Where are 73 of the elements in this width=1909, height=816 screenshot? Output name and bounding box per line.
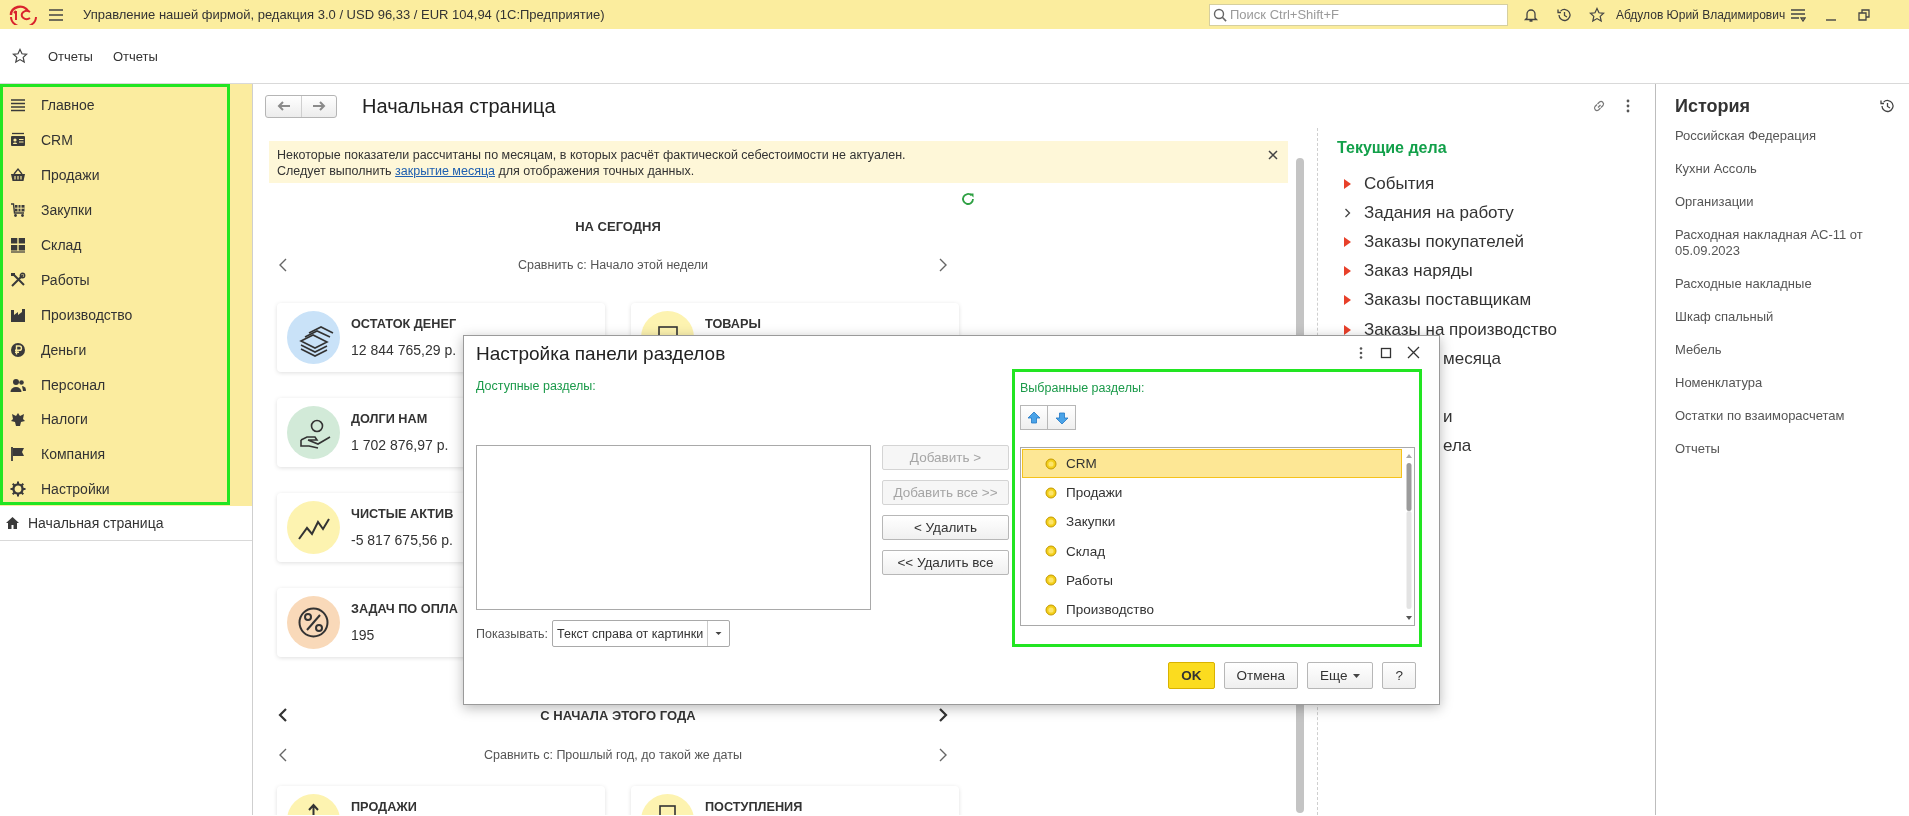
sidebar-item[interactable]: Закупки: [3, 192, 227, 228]
todo-item[interactable]: Заказы покупателей: [1364, 231, 1524, 252]
display-mode-dropdown[interactable]: Текст справа от картинки: [552, 620, 731, 647]
compare-period: Сравнить с: Начало этой недели: [517, 258, 709, 272]
more-button[interactable]: Еще: [1307, 662, 1374, 689]
open-window-item[interactable]: Начальная страница: [0, 506, 252, 541]
section-list-item[interactable]: Закупки: [1022, 507, 1402, 537]
history-link[interactable]: Кухни Ассоль: [1675, 161, 1880, 194]
sidebar-item[interactable]: Склад: [3, 227, 227, 263]
todo-title: Текущие дела: [1337, 138, 1448, 158]
sidebar-item[interactable]: Работы: [3, 262, 227, 298]
sidebar-item[interactable]: Налоги: [3, 402, 227, 437]
todo-item[interactable]: Задания на работу: [1364, 202, 1514, 223]
history-link[interactable]: Шкаф спальный: [1675, 309, 1880, 342]
sidebar-item[interactable]: Продажи: [3, 157, 227, 193]
todo-item[interactable]: Заказы на производство: [1364, 319, 1557, 340]
dialog-title: Настройка панели разделов: [476, 343, 727, 365]
favorite-link[interactable]: Отчеты: [112, 48, 158, 64]
sidebar-item[interactable]: Главное: [3, 88, 227, 123]
card-title: ЧИСТЫЕ АКТИВ: [351, 506, 454, 522]
sidebar-item[interactable]: Настройки: [3, 471, 227, 507]
section-list-item[interactable]: CRM: [1022, 449, 1402, 479]
card-title: ПОСТУПЛЕНИЯ: [705, 799, 803, 815]
card-title: ЗАДАЧ ПО ОПЛА: [351, 601, 458, 617]
dialog-button[interactable]: Отмена: [1223, 662, 1298, 689]
history-link[interactable]: Расходные накладные: [1675, 276, 1880, 309]
section-list-item[interactable]: Склад: [1022, 536, 1402, 566]
card-title: ОСТАТОК ДЕНЕГ: [351, 316, 457, 332]
show-label: Показывать:: [476, 626, 549, 641]
card-value: 1 702 876,97 р.: [351, 437, 449, 453]
history-link[interactable]: Мебель: [1675, 342, 1880, 375]
chosen-label: Выбранные разделы:: [1020, 381, 1145, 395]
section-title: НА СЕГОДНЯ: [575, 218, 661, 234]
todo-item[interactable]: Заказ наряды: [1364, 261, 1473, 282]
app-title: Управление нашей фирмой, редакция 3.0 / USD 96,33 / EUR 104,94 (1С:Предприятие): [83, 7, 605, 22]
todo-item[interactable]: События: [1364, 173, 1435, 194]
section-list-item[interactable]: Продажи: [1022, 478, 1402, 508]
section-list-item[interactable]: Работы: [1022, 565, 1402, 595]
card-value: 195: [351, 627, 376, 643]
card-title: ТОВАРЫ: [705, 316, 761, 332]
notice-text: Некоторые показатели рассчитаны по месяцам, в которых расчёт фактической себестоимости не актуален. Следует выполнить закрытие месяца для отображения точных данных.: [277, 147, 907, 179]
sidebar-item[interactable]: Деньги: [3, 332, 227, 368]
todo-item[interactable]: ела: [1443, 436, 1472, 457]
sidebar-item[interactable]: Производство: [3, 297, 227, 333]
card-title: ПРОДАЖИ: [351, 799, 417, 815]
dialog-button[interactable]: OK: [1168, 662, 1215, 689]
todo-item[interactable]: и: [1443, 407, 1453, 428]
history-link[interactable]: Организации: [1675, 194, 1880, 227]
move-button[interactable]: << Удалить все: [882, 550, 1009, 575]
sidebar-item[interactable]: Компания: [3, 436, 227, 472]
card-value: 12 844 765,29 р.: [351, 342, 457, 358]
history-link[interactable]: Отчеты: [1675, 441, 1880, 474]
move-button[interactable]: < Удалить: [882, 515, 1009, 540]
todo-item[interactable]: Заказы поставщикам: [1364, 290, 1532, 311]
history-link[interactable]: Номенклатура: [1675, 375, 1880, 408]
sidebar-item[interactable]: Персонал: [3, 367, 227, 402]
card-value: -5 817 675,56 р.: [351, 532, 454, 548]
favorite-link[interactable]: Отчеты: [48, 48, 93, 64]
sidebar-item[interactable]: CRM: [3, 122, 227, 158]
card-title: ДОЛГИ НАМ: [351, 411, 429, 427]
section-title: С НАЧАЛА ЭТОГО ГОДА: [540, 707, 696, 723]
history-link[interactable]: Расходная накладная АС-11 от 05.09.2023: [1675, 227, 1880, 276]
dialog-button[interactable]: ?: [1382, 662, 1416, 689]
history-title: История: [1675, 95, 1752, 117]
search-field[interactable]: Поиск Ctrl+Shift+F: [1209, 3, 1508, 26]
available-label: Доступные разделы:: [476, 378, 597, 394]
history-link[interactable]: Остатки по взаиморасчетам: [1675, 408, 1880, 441]
page-title: Начальная страница: [362, 94, 556, 118]
todo-item[interactable]: месяца: [1443, 348, 1502, 369]
section-list-item[interactable]: Производство: [1022, 594, 1402, 625]
month-close-link[interactable]: закрытие месяца: [395, 164, 495, 178]
history-link[interactable]: Российская Федерация: [1675, 128, 1880, 161]
compare-period: Сравнить с: Прошлый год, до такой же даты: [484, 748, 742, 762]
